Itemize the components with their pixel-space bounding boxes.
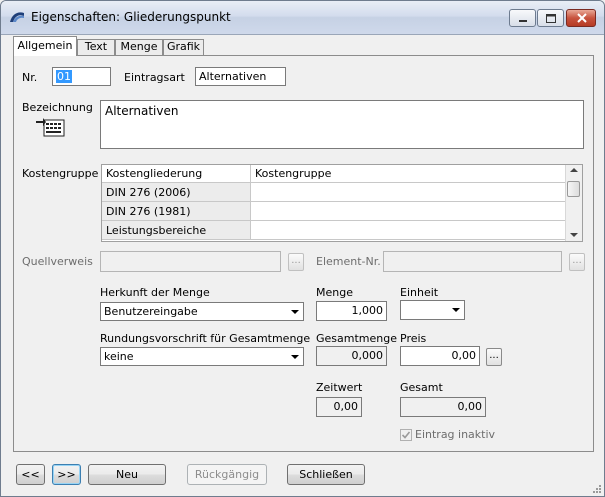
bezeichnung-label: Bezeichnung xyxy=(22,101,93,114)
checkmark-icon xyxy=(401,431,411,439)
zeitwert-field: 0,00 xyxy=(316,397,362,417)
scroll-up-icon[interactable] xyxy=(570,168,578,172)
scroll-down-icon[interactable] xyxy=(570,233,578,237)
maximize-icon xyxy=(546,14,556,23)
app-icon xyxy=(10,12,24,22)
table-row[interactable]: DIN 276 (1981) xyxy=(102,201,566,221)
gesamtmenge-label: Gesamtmenge xyxy=(316,332,397,345)
menge-label: Menge xyxy=(316,286,353,299)
column-header-kostengruppe: Kostengruppe xyxy=(250,165,566,183)
quellverweis-label: Quellverweis xyxy=(22,255,93,268)
table-cell-editable[interactable] xyxy=(250,220,566,240)
element-nr-browse-button: ... xyxy=(569,253,585,271)
eintragsart-label: Eintragsart xyxy=(124,71,185,84)
quellverweis-field xyxy=(100,251,281,272)
table-header-row: Kostengliederung Kostengruppe xyxy=(102,165,566,183)
tab-allgemein[interactable]: Allgemein xyxy=(13,36,77,56)
table-cell: DIN 276 (1981) xyxy=(102,201,251,221)
close-icon xyxy=(577,13,587,23)
preis-label: Preis xyxy=(400,332,427,345)
nr-value: 01 xyxy=(56,70,72,83)
herkunft-select[interactable]: Benutzereingabe xyxy=(100,302,304,321)
close-window-button[interactable] xyxy=(566,9,596,27)
preis-browse-button[interactable]: ... xyxy=(486,348,502,366)
chevron-down-icon xyxy=(291,310,299,314)
tab-menge[interactable]: Menge xyxy=(115,39,163,55)
neu-button[interactable]: Neu xyxy=(88,464,166,485)
title-bar[interactable]: Eigenschaften: Gliederungspunkt xyxy=(1,1,604,35)
element-nr-field xyxy=(383,251,562,272)
minimize-button[interactable] xyxy=(509,9,536,27)
tab-text[interactable]: Text xyxy=(77,39,115,55)
einheit-label: Einheit xyxy=(400,286,439,299)
rundung-value: keine xyxy=(104,350,134,363)
table-cell-editable[interactable] xyxy=(250,201,566,221)
table-row[interactable]: Leistungsbereiche xyxy=(102,220,566,240)
eintrag-inaktiv-checkbox xyxy=(400,429,412,441)
window-title: Eigenschaften: Gliederungspunkt xyxy=(31,10,231,24)
menge-field[interactable]: 1,000 xyxy=(316,301,387,321)
kostengruppe-label: Kostengruppe xyxy=(22,167,99,180)
element-nr-label: Element-Nr. xyxy=(316,255,381,268)
herkunft-label: Herkunft der Menge xyxy=(100,286,210,299)
chevron-down-icon xyxy=(291,355,299,359)
table-cell: Leistungsbereiche xyxy=(102,220,251,240)
chevron-down-icon xyxy=(452,308,460,312)
keyboard-icon[interactable] xyxy=(36,115,66,139)
nr-label: Nr. xyxy=(22,71,38,84)
resize-grip-icon[interactable] xyxy=(592,484,602,494)
previous-button[interactable]: << xyxy=(16,464,45,485)
eintragsart-field: Alternativen xyxy=(195,67,286,86)
scroll-thumb[interactable] xyxy=(567,181,580,197)
rundung-select[interactable]: keine xyxy=(100,347,304,366)
kostengruppe-table[interactable]: Kostengliederung Kostengruppe DIN 276 (2… xyxy=(101,164,583,242)
table-row[interactable]: DIN 276 (2006) xyxy=(102,182,566,202)
einheit-select[interactable] xyxy=(400,300,465,320)
next-button[interactable]: >> xyxy=(52,464,81,485)
preis-field[interactable]: 0,00 xyxy=(400,346,480,366)
table-cell: DIN 276 (2006) xyxy=(102,182,251,202)
herkunft-value: Benutzereingabe xyxy=(104,305,198,318)
quellverweis-browse-button: ... xyxy=(288,253,304,271)
maximize-button[interactable] xyxy=(537,9,564,27)
rundung-label: Rundungsvorschrift für Gesamtmenge xyxy=(100,332,311,345)
zeitwert-label: Zeitwert xyxy=(316,381,363,394)
schliessen-button[interactable]: Schließen xyxy=(287,464,365,485)
gesamtmenge-field: 0,000 xyxy=(316,346,387,366)
gesamt-field: 0,00 xyxy=(400,397,486,417)
gesamt-label: Gesamt xyxy=(400,381,443,394)
rueckgaengig-button: Rückgängig xyxy=(187,464,267,485)
table-scrollbar[interactable] xyxy=(565,165,582,241)
bezeichnung-field[interactable]: Alternativen xyxy=(100,100,584,149)
minimize-icon xyxy=(519,20,527,22)
eintrag-inaktiv-label: Eintrag inaktiv xyxy=(415,428,496,441)
tab-grafik[interactable]: Grafik xyxy=(163,39,204,55)
table-cell-editable[interactable] xyxy=(250,182,566,202)
column-header-kostengliederung: Kostengliederung xyxy=(102,165,251,183)
properties-window: Eigenschaften: Gliederungspunkt Allgemei… xyxy=(0,0,605,497)
nr-field[interactable]: 01 xyxy=(52,67,111,86)
